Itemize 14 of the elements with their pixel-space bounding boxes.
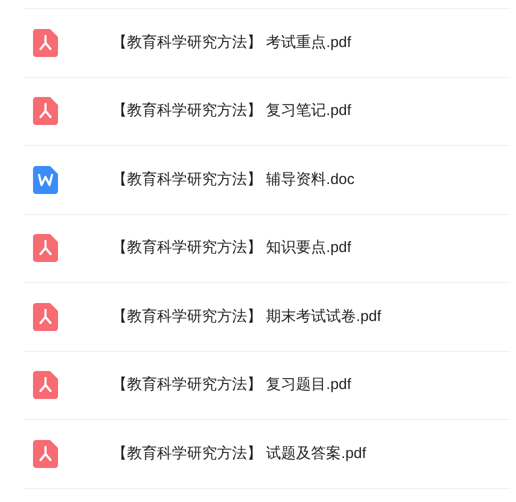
- file-name[interactable]: 【教育科学研究方法】 辅导资料.doc: [112, 168, 355, 191]
- pdf-file-icon: [33, 302, 58, 331]
- file-name[interactable]: 【教育科学研究方法】 考试重点.pdf: [112, 32, 352, 54]
- word-file-icon: [33, 166, 58, 194]
- pdf-file-icon: [33, 234, 58, 262]
- file-name[interactable]: 【教育科学研究方法】 知识要点.pdf: [112, 237, 352, 260]
- pdf-file-icon: [33, 371, 58, 400]
- file-name[interactable]: 【教育科学研究方法】 复习题目.pdf: [112, 374, 352, 396]
- file-name[interactable]: 【教育科学研究方法】 期末考试试卷.pdf: [112, 306, 382, 328]
- pdf-file-icon: [33, 28, 58, 57]
- pdf-file-icon: [33, 97, 58, 126]
- file-name[interactable]: 【教育科学研究方法】 复习笔记.pdf: [112, 100, 352, 122]
- pdf-file-icon: [33, 440, 58, 468]
- file-name[interactable]: 【教育科学研究方法】 试题及答案.pdf: [112, 442, 366, 465]
